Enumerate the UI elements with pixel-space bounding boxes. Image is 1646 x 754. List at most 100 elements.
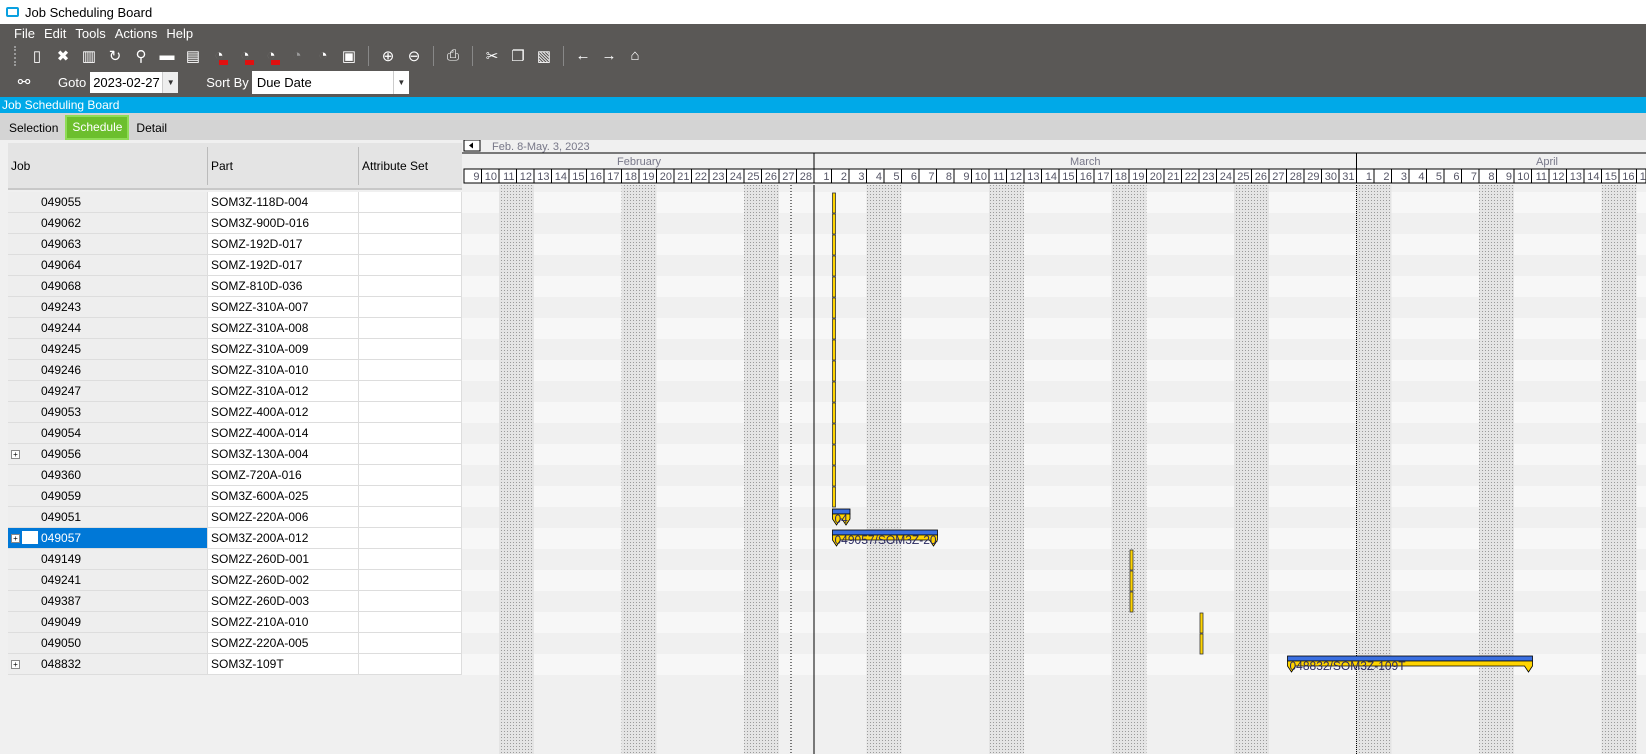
table-row[interactable]: 049241 SOM2Z-260D-002 <box>8 570 462 591</box>
job-cell[interactable]: 049063 <box>8 234 208 254</box>
attribute-set-cell[interactable] <box>359 612 462 632</box>
job-milestone-mark[interactable] <box>832 297 836 319</box>
job-milestone-mark[interactable] <box>832 339 836 361</box>
part-cell[interactable]: SOMZ-810D-036 <box>208 276 359 296</box>
table-row[interactable]: 049247 SOM2Z-310A-012 <box>8 381 462 402</box>
attribute-set-cell[interactable] <box>359 423 462 443</box>
job-cell[interactable]: 049049 <box>8 612 208 632</box>
job-cell[interactable]: 049149 <box>8 549 208 569</box>
attribute-set-cell[interactable] <box>359 549 462 569</box>
part-cell[interactable]: SOM2Z-310A-012 <box>208 381 359 401</box>
job-cell[interactable]: 049245 <box>8 339 208 359</box>
goto-date-field[interactable]: 2023-02-27 ▼ <box>90 71 179 93</box>
paste-icon[interactable]: ▧ <box>534 46 554 66</box>
part-cell[interactable]: SOM2Z-260D-003 <box>208 591 359 611</box>
part-cell[interactable]: SOMZ-192D-017 <box>208 255 359 275</box>
column-header-attribute-set[interactable]: Attribute Set <box>359 147 462 185</box>
clear-broom-icon[interactable]: ⚲ <box>131 46 151 66</box>
table-row[interactable]: 049244 SOM2Z-310A-008 <box>8 318 462 339</box>
expand-icon[interactable]: + <box>11 660 20 669</box>
table-row[interactable]: 049055 SOM3Z-118D-004 <box>8 192 462 213</box>
job-milestone-mark[interactable] <box>1199 612 1204 634</box>
tab-detail[interactable]: Detail <box>131 118 172 140</box>
job-milestone-mark[interactable] <box>1129 591 1134 613</box>
part-cell[interactable]: SOM2Z-310A-007 <box>208 297 359 317</box>
menu-help[interactable]: Help <box>166 26 193 41</box>
part-cell[interactable]: SOM2Z-210A-010 <box>208 612 359 632</box>
job-cell[interactable]: 049050 <box>8 633 208 653</box>
job-cell[interactable]: +049056 <box>8 444 208 464</box>
table-row[interactable]: 049062 SOM3Z-900D-016 <box>8 213 462 234</box>
job-cell[interactable]: +049057 <box>8 528 208 548</box>
attribute-set-cell[interactable] <box>359 192 462 212</box>
job-milestone-mark[interactable] <box>832 234 836 256</box>
table-row[interactable]: 049245 SOM2Z-310A-009 <box>8 339 462 360</box>
table-row[interactable]: 049068 SOMZ-810D-036 <box>8 276 462 297</box>
attribute-set-cell[interactable] <box>359 276 462 296</box>
part-cell[interactable]: SOM2Z-260D-001 <box>208 549 359 569</box>
part-cell[interactable]: SOM3Z-600A-025 <box>208 486 359 506</box>
job-milestone-mark[interactable] <box>832 423 836 445</box>
gantt-chart[interactable]: 9 10 11 12 13 14 15 16 17 18 19 20 21 22 23 24 25 26 27 28 1… <box>462 140 1646 754</box>
attribute-set-cell[interactable] <box>359 465 462 485</box>
table-row[interactable]: 049149 SOM2Z-260D-001 <box>8 549 462 570</box>
job-cell[interactable]: 049062 <box>8 213 208 233</box>
part-cell[interactable]: SOM2Z-400A-012 <box>208 402 359 422</box>
attribute-set-cell[interactable] <box>359 591 462 611</box>
clock-check-icon[interactable]: ◔ <box>235 46 255 66</box>
clipboard-check-icon[interactable]: ▤ <box>183 46 203 66</box>
table-row[interactable]: 049387 SOM2Z-260D-003 <box>8 591 462 612</box>
part-cell[interactable]: SOM2Z-260D-002 <box>208 570 359 590</box>
job-cell[interactable]: 049246 <box>8 360 208 380</box>
delete-icon[interactable]: ✖ <box>53 46 73 66</box>
binoculars-window-icon[interactable]: ▣ <box>339 46 359 66</box>
part-cell[interactable]: SOM3Z-900D-016 <box>208 213 359 233</box>
table-row[interactable]: +048832 SOM3Z-109T <box>8 654 462 675</box>
copy-icon[interactable]: ❐ <box>508 46 528 66</box>
clock-schedule-red-icon[interactable]: ◔ <box>209 46 229 66</box>
chevron-down-icon[interactable]: ▼ <box>392 70 409 94</box>
job-cell[interactable]: 049243 <box>8 297 208 317</box>
job-cell[interactable]: 049244 <box>8 318 208 338</box>
table-row[interactable]: 049054 SOM2Z-400A-014 <box>8 423 462 444</box>
job-milestone-mark[interactable] <box>832 465 836 487</box>
table-row[interactable]: +049057 SOM3Z-200A-012 <box>8 528 462 549</box>
chevron-down-icon[interactable]: ▼ <box>162 71 179 93</box>
attribute-set-cell[interactable] <box>359 528 462 548</box>
part-cell[interactable]: SOM2Z-310A-008 <box>208 318 359 338</box>
attribute-set-cell[interactable] <box>359 507 462 527</box>
attribute-set-cell[interactable] <box>359 381 462 401</box>
job-cell[interactable]: 049053 <box>8 402 208 422</box>
table-row[interactable]: 049064 SOMZ-192D-017 <box>8 255 462 276</box>
menu-tools[interactable]: Tools <box>75 26 105 41</box>
part-cell[interactable]: SOM2Z-400A-014 <box>208 423 359 443</box>
cut-icon[interactable]: ✂ <box>482 46 502 66</box>
job-cell[interactable]: 049241 <box>8 570 208 590</box>
part-cell[interactable]: SOM2Z-310A-009 <box>208 339 359 359</box>
sort-by-select[interactable]: Due Date ▼ <box>251 70 409 94</box>
tab-schedule[interactable]: Schedule <box>65 115 130 140</box>
attribute-set-cell[interactable] <box>359 213 462 233</box>
part-cell[interactable]: SOM3Z-118D-004 <box>208 192 359 212</box>
home-icon[interactable]: ⌂ <box>625 46 645 66</box>
open-folder-icon[interactable]: ▬ <box>157 46 177 66</box>
table-row[interactable]: 049059 SOM3Z-600A-025 <box>8 486 462 507</box>
attribute-set-cell[interactable] <box>359 570 462 590</box>
job-cell[interactable]: 049247 <box>8 381 208 401</box>
job-cell[interactable]: 049054 <box>8 423 208 443</box>
part-cell[interactable]: SOM3Z-130A-004 <box>208 444 359 464</box>
job-milestone-mark[interactable] <box>1129 570 1134 592</box>
refresh-icon[interactable]: ↻ <box>105 46 125 66</box>
job-cell[interactable]: 049059 <box>8 486 208 506</box>
table-row[interactable]: 049050 SOM2Z-220A-005 <box>8 633 462 654</box>
job-cell[interactable]: 049360 <box>8 465 208 485</box>
job-milestone-mark[interactable] <box>832 402 836 424</box>
job-milestone-mark[interactable] <box>1129 549 1134 571</box>
job-milestone-mark[interactable] <box>832 276 836 298</box>
table-row[interactable]: 049063 SOMZ-192D-017 <box>8 234 462 255</box>
part-cell[interactable]: SOM2Z-310A-010 <box>208 360 359 380</box>
job-milestone-mark[interactable] <box>832 318 836 340</box>
table-row[interactable]: 049243 SOM2Z-310A-007 <box>8 297 462 318</box>
table-row[interactable]: 049053 SOM2Z-400A-012 <box>8 402 462 423</box>
forward-icon[interactable]: → <box>599 46 619 66</box>
